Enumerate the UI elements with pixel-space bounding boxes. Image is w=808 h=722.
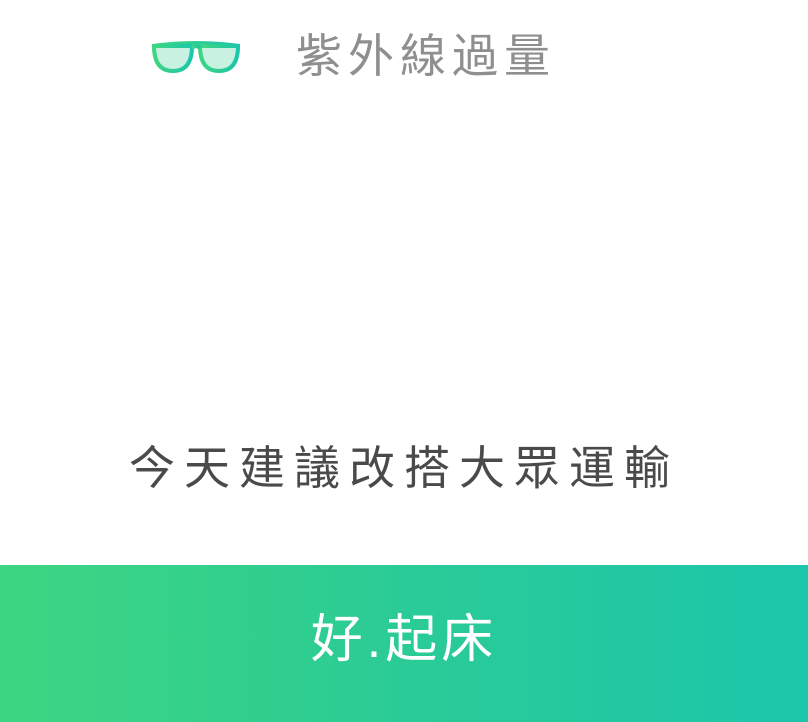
advice-text: 今天建議改搭大眾運輸 — [129, 441, 679, 495]
alarm-screen: 紫外線過量 今天建議改搭大眾運輸 好.起床 — [0, 0, 808, 722]
header-title: 紫外線過量 — [296, 29, 556, 83]
header: 紫外線過量 — [150, 28, 556, 84]
wake-up-button[interactable]: 好.起床 — [0, 565, 808, 722]
glasses-icon — [152, 41, 240, 73]
wake-up-button-label: 好.起床 — [310, 610, 498, 669]
